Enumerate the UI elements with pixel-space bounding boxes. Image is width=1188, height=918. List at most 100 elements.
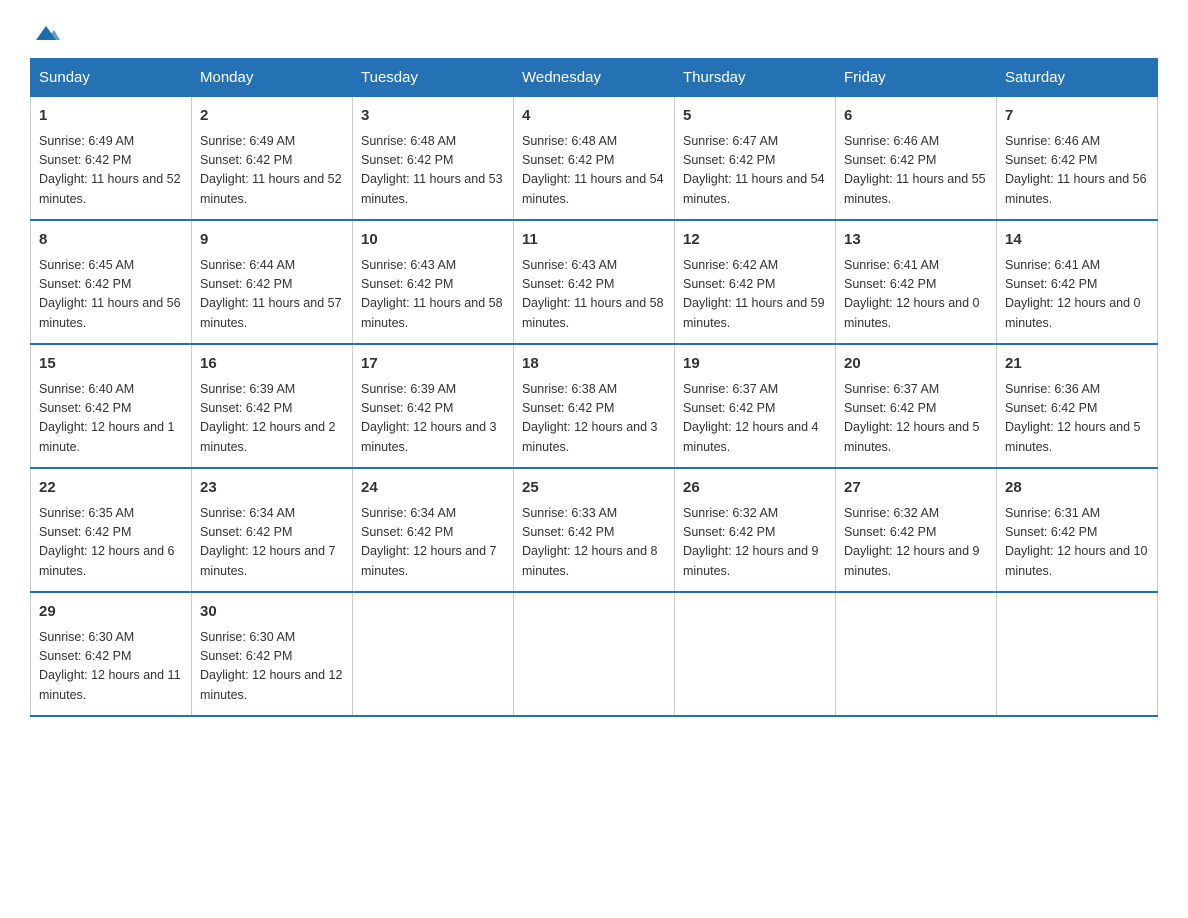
calendar-cell: 1 Sunrise: 6:49 AMSunset: 6:42 PMDaylight… — [31, 97, 192, 221]
logo-icon — [32, 20, 60, 48]
logo — [30, 20, 60, 42]
day-number: 15 — [39, 353, 183, 376]
header — [30, 20, 1158, 42]
day-number: 13 — [844, 229, 988, 252]
calendar-cell: 12 Sunrise: 6:42 AMSunset: 6:42 PMDayligh… — [675, 220, 836, 344]
calendar-week-row: 15 Sunrise: 6:40 AMSunset: 6:42 PMDayligh… — [31, 344, 1158, 468]
day-info: Sunrise: 6:42 AMSunset: 6:42 PMDaylight:… — [683, 256, 827, 334]
calendar-cell: 25 Sunrise: 6:33 AMSunset: 6:42 PMDayligh… — [514, 468, 675, 592]
weekday-header-friday: Friday — [836, 59, 997, 97]
day-number: 6 — [844, 105, 988, 128]
calendar-cell: 30 Sunrise: 6:30 AMSunset: 6:42 PMDayligh… — [192, 592, 353, 716]
day-info: Sunrise: 6:48 AMSunset: 6:42 PMDaylight:… — [522, 132, 666, 210]
calendar-cell: 16 Sunrise: 6:39 AMSunset: 6:42 PMDayligh… — [192, 344, 353, 468]
day-number: 26 — [683, 477, 827, 500]
day-info: Sunrise: 6:46 AMSunset: 6:42 PMDaylight:… — [1005, 132, 1149, 210]
day-info: Sunrise: 6:41 AMSunset: 6:42 PMDaylight:… — [1005, 256, 1149, 334]
day-info: Sunrise: 6:45 AMSunset: 6:42 PMDaylight:… — [39, 256, 183, 334]
day-number: 2 — [200, 105, 344, 128]
calendar-cell: 9Sunrise: 6:44 AMSunset: 6:42 PMDaylight… — [192, 220, 353, 344]
day-number: 24 — [361, 477, 505, 500]
day-number: 5 — [683, 105, 827, 128]
day-info: Sunrise: 6:48 AMSunset: 6:42 PMDaylight:… — [361, 132, 505, 210]
day-number: 16 — [200, 353, 344, 376]
calendar-cell — [514, 592, 675, 716]
day-number: 20 — [844, 353, 988, 376]
calendar-cell: 24 Sunrise: 6:34 AMSunset: 6:42 PMDayligh… — [353, 468, 514, 592]
calendar-cell — [353, 592, 514, 716]
day-info: Sunrise: 6:31 AMSunset: 6:42 PMDaylight:… — [1005, 504, 1149, 582]
calendar-cell: 14 Sunrise: 6:41 AMSunset: 6:42 PMDayligh… — [997, 220, 1158, 344]
day-info: Sunrise: 6:38 AMSunset: 6:42 PMDaylight:… — [522, 380, 666, 458]
day-number: 8 — [39, 229, 183, 252]
day-info: Sunrise: 6:37 AMSunset: 6:42 PMDaylight:… — [844, 380, 988, 458]
day-info: Sunrise: 6:39 AMSunset: 6:42 PMDaylight:… — [361, 380, 505, 458]
weekday-header-wednesday: Wednesday — [514, 59, 675, 97]
calendar-cell — [836, 592, 997, 716]
day-number: 14 — [1005, 229, 1149, 252]
weekday-header-thursday: Thursday — [675, 59, 836, 97]
calendar-cell: 26 Sunrise: 6:32 AMSunset: 6:42 PMDayligh… — [675, 468, 836, 592]
calendar-cell: 8 Sunrise: 6:45 AMSunset: 6:42 PMDaylight… — [31, 220, 192, 344]
weekday-header-saturday: Saturday — [997, 59, 1158, 97]
calendar-cell: 6 Sunrise: 6:46 AMSunset: 6:42 PMDaylight… — [836, 97, 997, 221]
calendar-cell: 13 Sunrise: 6:41 AMSunset: 6:42 PMDayligh… — [836, 220, 997, 344]
day-info: Sunrise: 6:43 AMSunset: 6:42 PMDaylight:… — [361, 256, 505, 334]
calendar-cell: 17 Sunrise: 6:39 AMSunset: 6:42 PMDayligh… — [353, 344, 514, 468]
calendar-cell: 15 Sunrise: 6:40 AMSunset: 6:42 PMDayligh… — [31, 344, 192, 468]
calendar-cell: 29 Sunrise: 6:30 AMSunset: 6:42 PMDayligh… — [31, 592, 192, 716]
day-info: Sunrise: 6:40 AMSunset: 6:42 PMDaylight:… — [39, 380, 183, 458]
calendar-cell: 7 Sunrise: 6:46 AMSunset: 6:42 PMDaylight… — [997, 97, 1158, 221]
day-info: Sunrise: 6:30 AMSunset: 6:42 PMDaylight:… — [200, 628, 344, 706]
day-info: Sunrise: 6:49 AMSunset: 6:42 PMDaylight:… — [200, 132, 344, 210]
day-number: 30 — [200, 601, 344, 624]
weekday-header-sunday: Sunday — [31, 59, 192, 97]
calendar-cell: 4Sunrise: 6:48 AMSunset: 6:42 PMDaylight… — [514, 97, 675, 221]
day-info: Sunrise: 6:33 AMSunset: 6:42 PMDaylight:… — [522, 504, 666, 582]
day-number: 25 — [522, 477, 666, 500]
calendar-cell: 5 Sunrise: 6:47 AMSunset: 6:42 PMDaylight… — [675, 97, 836, 221]
calendar-week-row: 8 Sunrise: 6:45 AMSunset: 6:42 PMDaylight… — [31, 220, 1158, 344]
day-number: 23 — [200, 477, 344, 500]
day-number: 21 — [1005, 353, 1149, 376]
day-info: Sunrise: 6:37 AMSunset: 6:42 PMDaylight:… — [683, 380, 827, 458]
calendar-cell — [997, 592, 1158, 716]
day-info: Sunrise: 6:34 AMSunset: 6:42 PMDaylight:… — [200, 504, 344, 582]
calendar-cell: 21 Sunrise: 6:36 AMSunset: 6:42 PMDayligh… — [997, 344, 1158, 468]
calendar-cell: 20 Sunrise: 6:37 AMSunset: 6:42 PMDayligh… — [836, 344, 997, 468]
calendar-cell — [675, 592, 836, 716]
calendar-cell: 22Sunrise: 6:35 AMSunset: 6:42 PMDayligh… — [31, 468, 192, 592]
day-number: 10 — [361, 229, 505, 252]
day-number: 12 — [683, 229, 827, 252]
day-info: Sunrise: 6:46 AMSunset: 6:42 PMDaylight:… — [844, 132, 988, 210]
day-info: Sunrise: 6:34 AMSunset: 6:42 PMDaylight:… — [361, 504, 505, 582]
day-number: 9 — [200, 229, 344, 252]
weekday-header-row: SundayMondayTuesdayWednesdayThursdayFrid… — [31, 59, 1158, 97]
day-info: Sunrise: 6:47 AMSunset: 6:42 PMDaylight:… — [683, 132, 827, 210]
day-info: Sunrise: 6:39 AMSunset: 6:42 PMDaylight:… — [200, 380, 344, 458]
calendar-cell: 11Sunrise: 6:43 AMSunset: 6:42 PMDayligh… — [514, 220, 675, 344]
day-number: 19 — [683, 353, 827, 376]
day-number: 17 — [361, 353, 505, 376]
day-info: Sunrise: 6:32 AMSunset: 6:42 PMDaylight:… — [683, 504, 827, 582]
calendar-cell: 28Sunrise: 6:31 AMSunset: 6:42 PMDayligh… — [997, 468, 1158, 592]
day-number: 11 — [522, 229, 666, 252]
calendar-cell: 19 Sunrise: 6:37 AMSunset: 6:42 PMDayligh… — [675, 344, 836, 468]
day-number: 29 — [39, 601, 183, 624]
weekday-header-monday: Monday — [192, 59, 353, 97]
weekday-header-tuesday: Tuesday — [353, 59, 514, 97]
day-info: Sunrise: 6:36 AMSunset: 6:42 PMDaylight:… — [1005, 380, 1149, 458]
day-number: 3 — [361, 105, 505, 128]
day-info: Sunrise: 6:32 AMSunset: 6:42 PMDaylight:… — [844, 504, 988, 582]
day-number: 22 — [39, 477, 183, 500]
day-info: Sunrise: 6:49 AMSunset: 6:42 PMDaylight:… — [39, 132, 183, 210]
calendar-cell: 27 Sunrise: 6:32 AMSunset: 6:42 PMDayligh… — [836, 468, 997, 592]
day-number: 27 — [844, 477, 988, 500]
calendar-week-row: 1 Sunrise: 6:49 AMSunset: 6:42 PMDaylight… — [31, 97, 1158, 221]
day-info: Sunrise: 6:30 AMSunset: 6:42 PMDaylight:… — [39, 628, 183, 706]
calendar-cell: 23 Sunrise: 6:34 AMSunset: 6:42 PMDayligh… — [192, 468, 353, 592]
day-number: 1 — [39, 105, 183, 128]
calendar-week-row: 29 Sunrise: 6:30 AMSunset: 6:42 PMDayligh… — [31, 592, 1158, 716]
day-info: Sunrise: 6:41 AMSunset: 6:42 PMDaylight:… — [844, 256, 988, 334]
day-number: 7 — [1005, 105, 1149, 128]
